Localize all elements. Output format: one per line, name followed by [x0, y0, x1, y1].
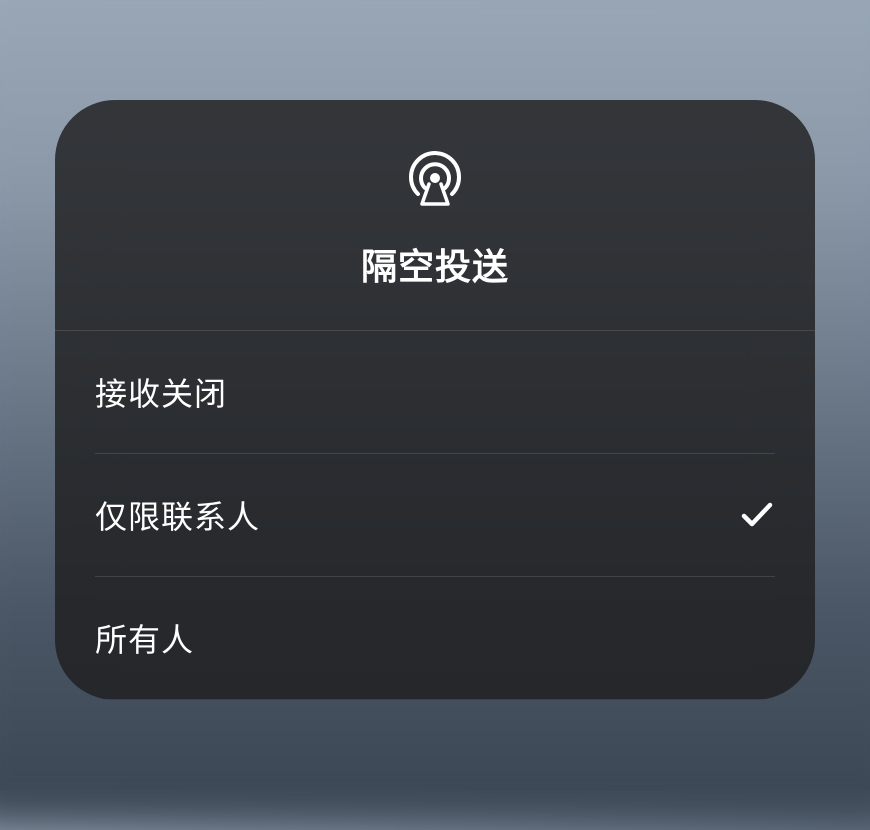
airdrop-icon	[403, 144, 467, 208]
checkmark-icon	[739, 497, 775, 533]
option-contacts-only[interactable]: 仅限联系人	[95, 454, 775, 577]
airdrop-panel: 隔空投送 接收关闭 仅限联系人 所有人	[55, 100, 815, 700]
option-label: 接收关闭	[95, 369, 227, 415]
option-label: 所有人	[95, 615, 194, 661]
option-receiving-off[interactable]: 接收关闭	[95, 331, 775, 454]
panel-title: 隔空投送	[361, 238, 509, 290]
panel-header: 隔空投送	[55, 100, 815, 331]
option-label: 仅限联系人	[95, 492, 260, 538]
option-everyone[interactable]: 所有人	[95, 577, 775, 700]
options-list: 接收关闭 仅限联系人 所有人	[55, 331, 815, 700]
